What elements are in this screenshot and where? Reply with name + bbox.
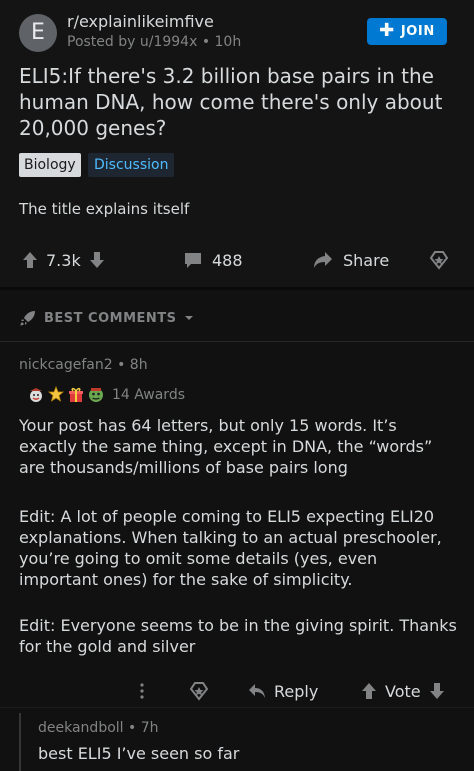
more-icon bbox=[139, 682, 145, 700]
post-title[interactable]: ELI5:If there's 3.2 billion base pairs i… bbox=[19, 63, 449, 141]
comment-paragraph: Edit: Everyone seems to be in the giving… bbox=[19, 616, 457, 656]
awards-row[interactable]: 14 Awards bbox=[27, 384, 185, 406]
share-button[interactable]: Share bbox=[313, 244, 389, 276]
sort-label: BEST COMMENTS bbox=[44, 310, 177, 326]
more-options-button[interactable] bbox=[139, 677, 145, 705]
reply-icon bbox=[248, 683, 266, 699]
upvote-icon[interactable] bbox=[22, 251, 38, 269]
vote-count: 7.3k bbox=[46, 250, 81, 270]
vote-label: Vote bbox=[385, 681, 421, 701]
award-icon bbox=[47, 386, 65, 404]
post-vote-group: 7.3k bbox=[22, 244, 105, 276]
plus-icon: ✚ bbox=[379, 20, 395, 41]
chevron-down-icon bbox=[184, 314, 194, 322]
comment-author-meta[interactable]: nickcagefan2 • 8h bbox=[19, 357, 148, 373]
thread-line[interactable] bbox=[19, 713, 21, 771]
join-label: JOIN bbox=[400, 24, 435, 39]
comment-icon bbox=[184, 251, 202, 269]
post-selftext: The title explains itself bbox=[19, 200, 190, 218]
award-button[interactable] bbox=[429, 244, 449, 276]
award-icon bbox=[27, 386, 45, 404]
comment-action-bar: Reply Vote bbox=[0, 677, 474, 705]
reply-button[interactable]: Reply bbox=[248, 677, 318, 705]
section-divider bbox=[0, 287, 474, 290]
share-label: Share bbox=[343, 250, 390, 270]
subreddit-avatar[interactable]: E bbox=[19, 14, 57, 52]
comment-award-button[interactable] bbox=[189, 677, 209, 705]
comment-count: 488 bbox=[212, 250, 243, 270]
posted-by[interactable]: Posted by u/1994x • 10h bbox=[67, 34, 241, 50]
sort-comments-button[interactable]: BEST COMMENTS bbox=[19, 306, 194, 330]
downvote-icon[interactable] bbox=[429, 682, 445, 700]
section-divider bbox=[0, 341, 474, 342]
awards-count: 14 Awards bbox=[112, 387, 185, 403]
reply-author-meta[interactable]: deekandboll • 7h bbox=[38, 720, 158, 736]
section-divider bbox=[0, 707, 474, 708]
subreddit-name[interactable]: r/explainlikeimfive bbox=[67, 12, 214, 31]
award-icon bbox=[429, 250, 449, 270]
comment-paragraph: Edit: A lot of people coming to ELI5 exp… bbox=[19, 507, 442, 589]
flair-discussion[interactable]: Discussion bbox=[88, 153, 175, 177]
join-button[interactable]: ✚ JOIN bbox=[367, 18, 447, 45]
flair-biology[interactable]: Biology bbox=[19, 153, 81, 177]
downvote-icon[interactable] bbox=[89, 251, 105, 269]
award-icon bbox=[189, 681, 209, 701]
comments-button[interactable]: 488 bbox=[184, 244, 243, 276]
reply-body: best ELI5 I’ve seen so far bbox=[38, 744, 240, 763]
post-card: E r/explainlikeimfive Posted by u/1994x … bbox=[0, 0, 474, 287]
upvote-icon[interactable] bbox=[361, 682, 377, 700]
award-icon bbox=[67, 386, 85, 404]
share-icon bbox=[313, 251, 333, 269]
comment-paragraph: Your post has 64 letters, but only 15 wo… bbox=[19, 416, 433, 477]
post-action-bar: 7.3k 488 Share bbox=[0, 244, 474, 276]
rocket-icon bbox=[19, 309, 37, 327]
comment-vote-group: Vote bbox=[361, 677, 445, 705]
reply-label: Reply bbox=[274, 681, 319, 701]
award-icon bbox=[87, 386, 105, 404]
